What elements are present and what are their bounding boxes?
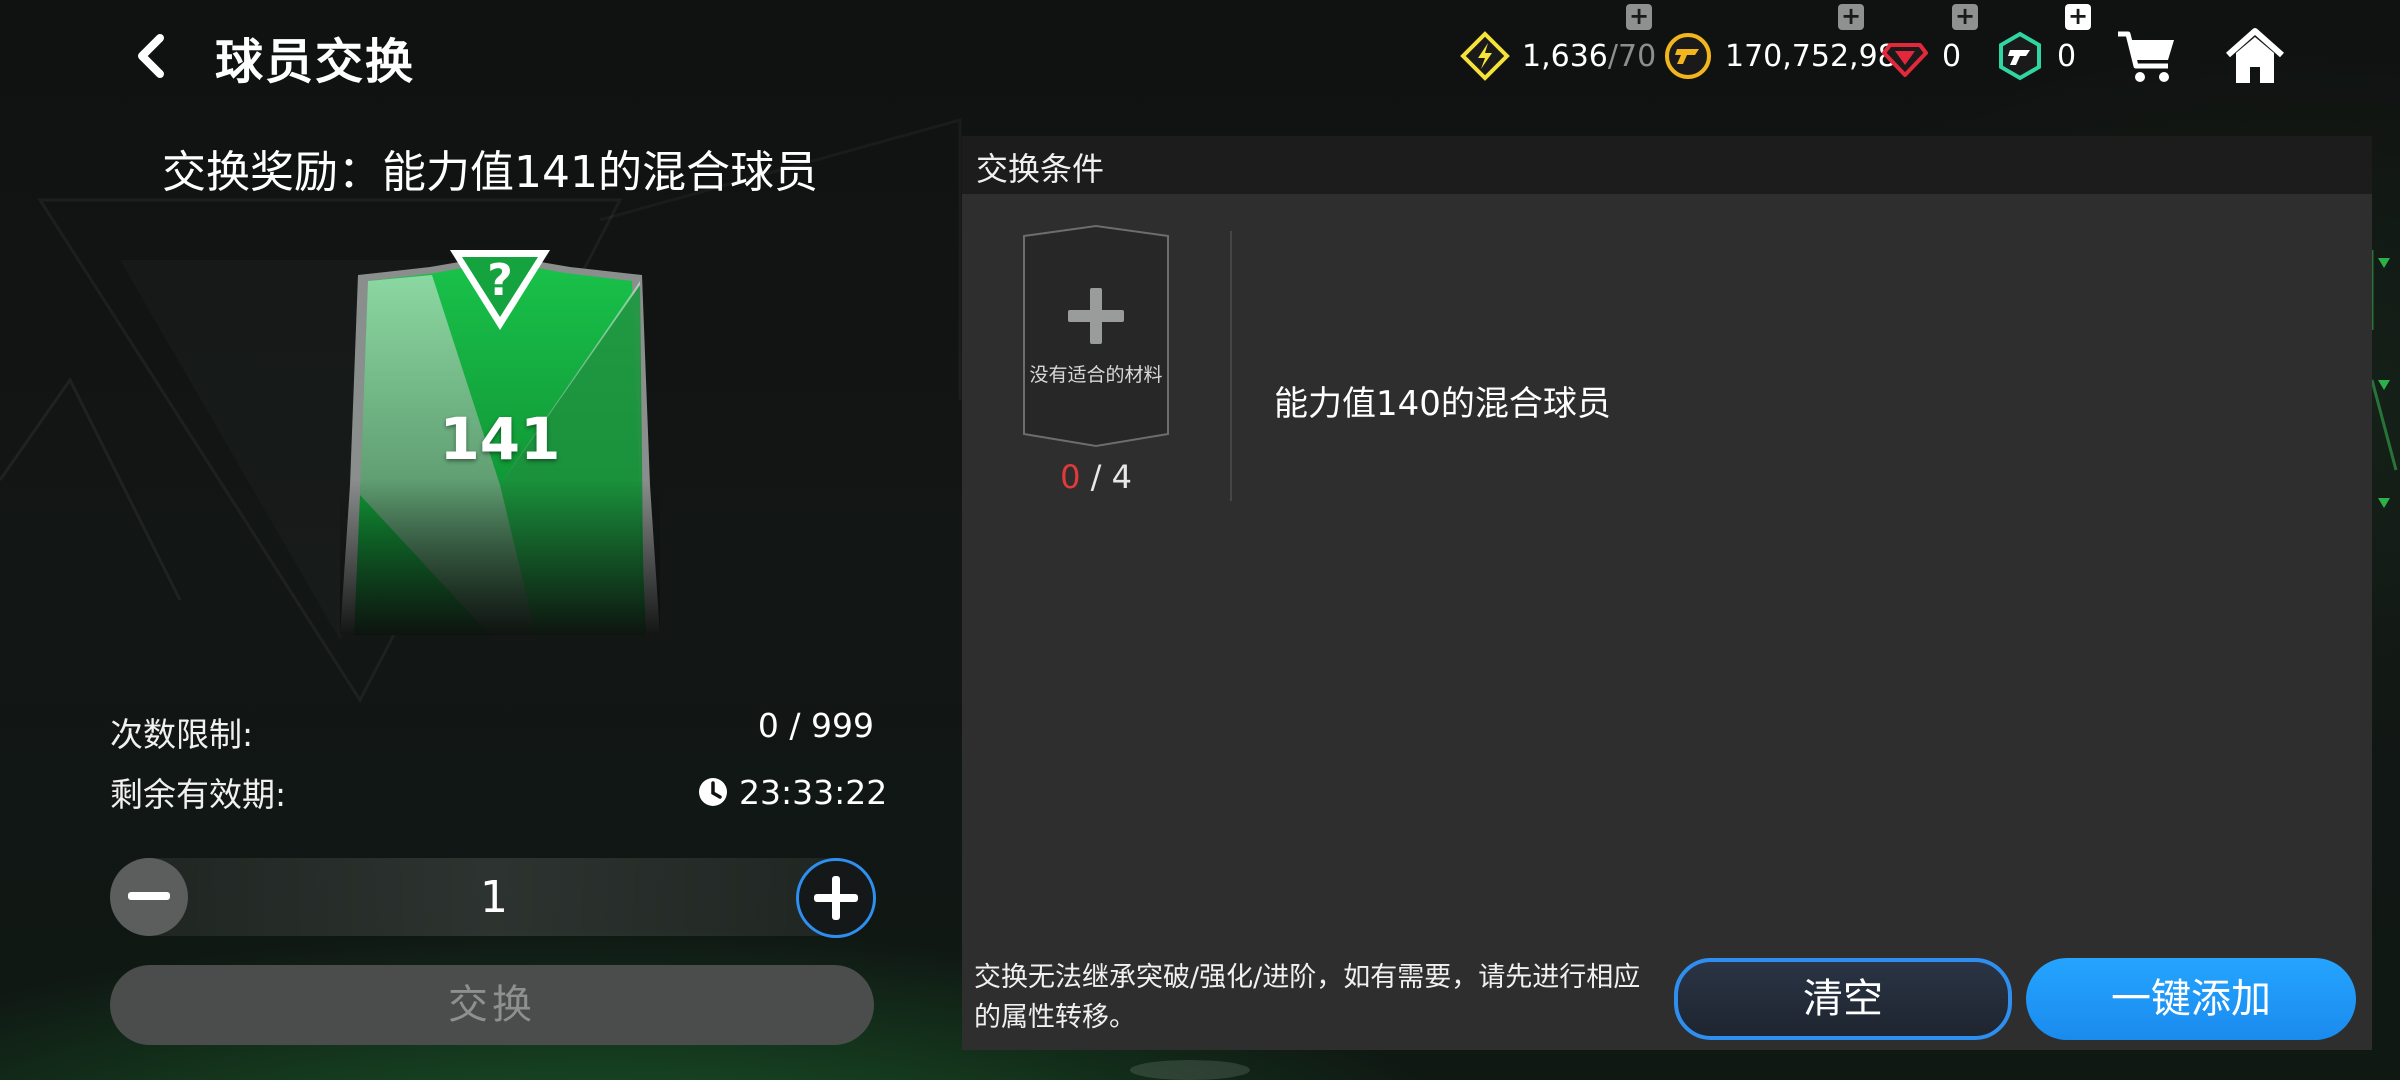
- card-unknown-mark: ?: [487, 255, 513, 306]
- points-amount: 0: [2057, 38, 2077, 74]
- home-button[interactable]: [2220, 22, 2290, 92]
- count-limit-value: 0 / 999: [757, 706, 874, 745]
- add-gems-button[interactable]: +: [1952, 4, 1978, 30]
- conditions-panel: 交换条件 没有适合的材料 0 / 4 能力值140的混合球员 交换无法继承突破/…: [962, 136, 2372, 1050]
- empty-slot-icon: [1023, 224, 1169, 448]
- count-limit-label: 次数限制:: [110, 715, 254, 754]
- reward-title: 交换奖励：能力值141的混合球员: [162, 147, 818, 198]
- decrease-quantity-button[interactable]: [110, 858, 188, 936]
- increase-quantity-button[interactable]: [796, 858, 876, 938]
- energy-cap: /70: [1607, 38, 1657, 74]
- energy-icon: [1460, 31, 1510, 81]
- shop-button[interactable]: [2112, 22, 2182, 92]
- clock-icon: [699, 778, 727, 806]
- gem-icon: [1882, 43, 1928, 77]
- add-points-button[interactable]: +: [2065, 4, 2091, 30]
- card-rating: 141: [439, 405, 561, 473]
- page-title: 球员交换: [215, 34, 416, 90]
- conditions-header: 交换条件: [962, 136, 2372, 194]
- material-have: 0: [1060, 458, 1081, 496]
- expiry-value: 23:33:22: [739, 772, 888, 812]
- points-currency[interactable]: 0: [1995, 30, 2076, 82]
- quantity-input[interactable]: [410, 862, 578, 934]
- conditions-header-title: 交换条件: [976, 150, 1105, 188]
- material-need: / 4: [1090, 458, 1132, 496]
- energy-currency[interactable]: 1,636/70: [1460, 30, 1656, 82]
- minus-icon: [128, 892, 170, 900]
- exchange-note: 交换无法继承突破/强化/进阶，如有需要，请先进行相应的属性转移。: [974, 962, 1641, 1033]
- expiry-label: 剩余有效期:: [110, 775, 287, 814]
- gems-amount: 0: [1942, 38, 1962, 74]
- clear-button[interactable]: 清空: [1674, 958, 2012, 1040]
- auto-add-button[interactable]: 一键添加: [2026, 958, 2356, 1040]
- coin-icon: [1665, 33, 1711, 79]
- expiry-timer: 23:33:22: [697, 770, 887, 814]
- material-slot[interactable]: 没有适合的材料: [1020, 224, 1172, 448]
- plus-icon: [814, 876, 858, 920]
- chevron-left-icon: [138, 34, 164, 78]
- home-icon: [2226, 28, 2284, 83]
- slot-hint: 没有适合的材料: [1029, 364, 1163, 386]
- exchange-button[interactable]: 交换: [110, 965, 874, 1045]
- add-energy-button[interactable]: +: [1626, 4, 1652, 30]
- conditions-divider: [1230, 231, 1232, 501]
- top-bar: 球员交换 1,636/70 + 170,752,987 + 0 + 0 +: [0, 0, 2400, 112]
- material-count: 0 / 4: [1020, 458, 1172, 496]
- points-icon: [1999, 31, 2041, 81]
- gems-currency[interactable]: 0: [1880, 30, 1961, 82]
- energy-amount: 1,636: [1522, 38, 1608, 74]
- back-button[interactable]: [118, 24, 182, 88]
- screen: 球员交换 1,636/70 + 170,752,987 + 0 + 0 + 交换…: [0, 0, 2400, 1080]
- requirement-text: 能力值140的混合球员: [1274, 384, 1611, 424]
- reward-player-card[interactable]: ? 141: [340, 245, 660, 635]
- add-coins-button[interactable]: +: [1838, 4, 1864, 30]
- cart-icon: [2118, 31, 2174, 82]
- coins-currency[interactable]: 170,752,987: [1663, 30, 1916, 82]
